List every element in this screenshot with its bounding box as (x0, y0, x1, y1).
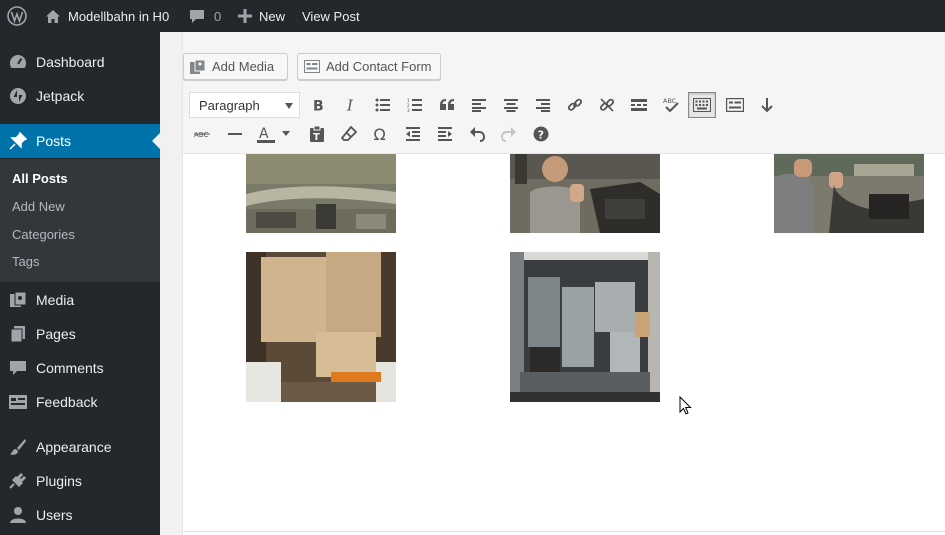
jetpack-icon (8, 86, 28, 106)
dashboard-icon (8, 52, 28, 72)
comments-count: 0 (214, 8, 222, 24)
plus-icon (238, 9, 252, 23)
sidebar-item-posts[interactable]: Posts (0, 124, 160, 158)
gallery-image[interactable] (246, 252, 396, 402)
comment-bubble-icon (189, 8, 205, 24)
plugin-icon (8, 471, 28, 491)
italic-icon[interactable]: I (337, 92, 365, 118)
unlink-icon[interactable] (593, 92, 621, 118)
help-icon[interactable]: ? (527, 121, 555, 147)
keyboard-icon[interactable] (688, 92, 716, 118)
mouse-cursor-icon (679, 395, 693, 421)
admin-sidebar: Dashboard Jetpack Posts Media Pages Comm… (0, 32, 160, 535)
media-icon (190, 59, 206, 74)
gallery-image[interactable] (774, 154, 924, 233)
comment-icon (8, 358, 28, 378)
gallery-image[interactable] (510, 252, 660, 402)
editor-bottom-border (183, 531, 945, 532)
outdent-icon[interactable] (399, 121, 427, 147)
svg-text:3: 3 (407, 108, 410, 112)
spellcheck-icon[interactable]: ABC (657, 92, 685, 118)
editor-content[interactable] (183, 154, 945, 534)
arrow-down-icon[interactable] (753, 92, 781, 118)
view-post-link[interactable]: View Post (302, 0, 360, 32)
sidebar-item-jetpack[interactable]: Jetpack (0, 79, 160, 113)
svg-text:ABC: ABC (194, 131, 208, 139)
sidebar-item-media[interactable]: Media (0, 283, 160, 317)
sidebar-item-dashboard[interactable]: Dashboard (0, 45, 160, 79)
text-color-icon[interactable]: A (253, 121, 293, 147)
post-editor: Add Media Add Contact Form Paragraph B I… (182, 32, 945, 535)
numbered-list-icon[interactable]: 123 (401, 92, 429, 118)
eraser-icon[interactable] (335, 121, 363, 147)
add-media-label: Add Media (212, 59, 275, 74)
strikethrough-icon[interactable]: ABC (189, 121, 217, 147)
format-select[interactable]: Paragraph (189, 92, 300, 118)
sidebar-item-pages[interactable]: Pages (0, 317, 160, 351)
submenu-item-tags[interactable]: Tags (12, 254, 39, 269)
sidebar-item-comments[interactable]: Comments (0, 351, 160, 385)
submenu-item-add-new[interactable]: Add New (12, 199, 65, 214)
bullet-list-icon[interactable] (369, 92, 397, 118)
user-icon (8, 505, 28, 525)
admin-bar: Modellbahn in H0 0 New View Post (0, 0, 945, 32)
form-icon[interactable] (721, 92, 749, 118)
horizontal-line-icon[interactable] (221, 121, 249, 147)
blockquote-icon[interactable] (433, 92, 461, 118)
sidebar-item-feedback[interactable]: Feedback (0, 385, 160, 419)
add-contact-form-label: Add Contact Form (326, 59, 432, 74)
redo-icon[interactable] (495, 121, 523, 147)
form-icon (304, 60, 320, 73)
home-icon (45, 9, 61, 24)
new-content-link[interactable]: New (238, 0, 285, 32)
feedback-icon (8, 392, 28, 412)
align-right-icon[interactable] (529, 92, 557, 118)
add-contact-form-button[interactable]: Add Contact Form (297, 53, 441, 80)
svg-text:T: T (313, 132, 320, 142)
editor-toolbar: Paragraph B I 123 ABC ABC A T Ω ? (183, 86, 945, 154)
gallery-image[interactable] (246, 154, 396, 233)
sidebar-item-plugins[interactable]: Plugins (0, 464, 160, 498)
add-media-button[interactable]: Add Media (183, 53, 288, 80)
sidebar-item-appearance[interactable]: Appearance (0, 430, 160, 464)
submenu-item-categories[interactable]: Categories (12, 227, 75, 242)
svg-text:I: I (346, 98, 354, 112)
media-icon (8, 290, 28, 310)
special-character-icon[interactable]: Ω (367, 121, 395, 147)
svg-text:B: B (313, 99, 324, 113)
align-left-icon[interactable] (465, 92, 493, 118)
comments-link[interactable]: 0 (189, 0, 221, 32)
format-select-value: Paragraph (199, 97, 260, 113)
chevron-down-icon (285, 103, 293, 109)
media-buttons-bar: Add Media Add Contact Form (183, 32, 945, 86)
gallery-image[interactable] (510, 154, 660, 233)
site-name-label: Modellbahn in H0 (68, 8, 170, 24)
link-icon[interactable] (561, 92, 589, 118)
sidebar-item-users[interactable]: Users (0, 498, 160, 532)
wordpress-logo-icon[interactable] (7, 0, 27, 32)
pin-icon (8, 131, 28, 151)
align-center-icon[interactable] (497, 92, 525, 118)
posts-submenu: All Posts Add New Categories Tags (0, 159, 160, 282)
svg-text:Ω: Ω (374, 126, 386, 142)
indent-icon[interactable] (431, 121, 459, 147)
site-name-link[interactable]: Modellbahn in H0 (45, 0, 169, 32)
svg-text:A: A (259, 126, 269, 142)
brush-icon (8, 437, 28, 457)
bold-icon[interactable]: B (305, 92, 333, 118)
svg-text:?: ? (538, 129, 544, 142)
pages-icon (8, 324, 28, 344)
paste-text-icon[interactable]: T (303, 121, 331, 147)
submenu-item-all-posts[interactable]: All Posts (12, 171, 68, 186)
new-label: New (259, 8, 286, 24)
read-more-icon[interactable] (625, 92, 653, 118)
undo-icon[interactable] (463, 121, 491, 147)
svg-text:ABC: ABC (663, 97, 677, 105)
